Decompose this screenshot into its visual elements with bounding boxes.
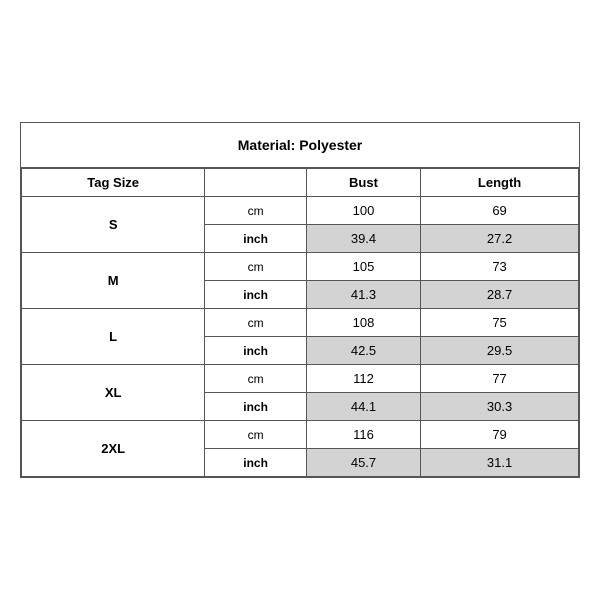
length-inch: 28.7 xyxy=(421,281,579,309)
unit-header xyxy=(205,169,307,197)
unit-cm: cm xyxy=(205,253,307,281)
length-inch: 29.5 xyxy=(421,337,579,365)
unit-cm: cm xyxy=(205,197,307,225)
chart-title: Material: Polyester xyxy=(21,123,579,168)
bust-inch: 44.1 xyxy=(306,393,420,421)
bust-cm: 116 xyxy=(306,421,420,449)
unit-inch: inch xyxy=(205,281,307,309)
length-header: Length xyxy=(421,169,579,197)
unit-inch: inch xyxy=(205,225,307,253)
length-cm: 79 xyxy=(421,421,579,449)
tag-size-cell: 2XL xyxy=(22,421,205,477)
unit-cm: cm xyxy=(205,309,307,337)
unit-inch: inch xyxy=(205,393,307,421)
length-cm: 77 xyxy=(421,365,579,393)
length-inch: 27.2 xyxy=(421,225,579,253)
bust-header: Bust xyxy=(306,169,420,197)
size-table: Tag Size Bust Length Scm10069inch39.427.… xyxy=(21,168,579,477)
tag-size-cell: L xyxy=(22,309,205,365)
table-row: Mcm10573 xyxy=(22,253,579,281)
bust-cm: 100 xyxy=(306,197,420,225)
unit-inch: inch xyxy=(205,337,307,365)
header-row: Tag Size Bust Length xyxy=(22,169,579,197)
bust-cm: 108 xyxy=(306,309,420,337)
tag-size-cell: XL xyxy=(22,365,205,421)
tag-size-header: Tag Size xyxy=(22,169,205,197)
length-cm: 69 xyxy=(421,197,579,225)
unit-cm: cm xyxy=(205,421,307,449)
title-text: Material: Polyester xyxy=(238,137,363,153)
length-inch: 30.3 xyxy=(421,393,579,421)
table-row: XLcm11277 xyxy=(22,365,579,393)
bust-cm: 112 xyxy=(306,365,420,393)
table-row: 2XLcm11679 xyxy=(22,421,579,449)
length-cm: 75 xyxy=(421,309,579,337)
length-cm: 73 xyxy=(421,253,579,281)
bust-inch: 41.3 xyxy=(306,281,420,309)
bust-inch: 45.7 xyxy=(306,449,420,477)
size-chart-container: Material: Polyester Tag Size Bust Length… xyxy=(20,122,580,478)
tag-size-cell: M xyxy=(22,253,205,309)
unit-cm: cm xyxy=(205,365,307,393)
table-row: Scm10069 xyxy=(22,197,579,225)
unit-inch: inch xyxy=(205,449,307,477)
bust-inch: 39.4 xyxy=(306,225,420,253)
bust-inch: 42.5 xyxy=(306,337,420,365)
table-row: Lcm10875 xyxy=(22,309,579,337)
tag-size-cell: S xyxy=(22,197,205,253)
bust-cm: 105 xyxy=(306,253,420,281)
length-inch: 31.1 xyxy=(421,449,579,477)
